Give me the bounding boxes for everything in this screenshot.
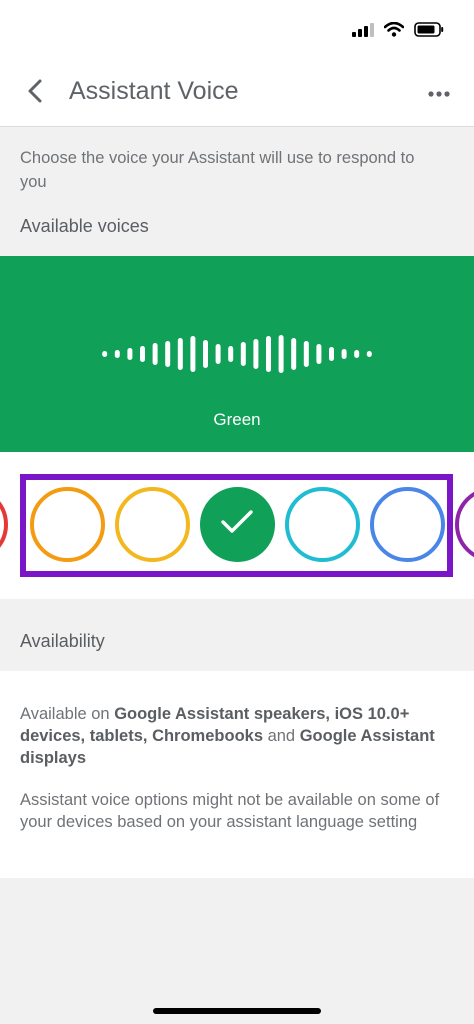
waveform-bar [152, 343, 158, 365]
page-title: Assistant Voice [69, 77, 239, 105]
waveform-bar [203, 340, 208, 368]
waveform-bar [140, 346, 145, 362]
app-bar: Assistant Voice [0, 62, 474, 127]
back-button[interactable] [18, 76, 52, 110]
voice-swatch[interactable] [0, 487, 8, 562]
availability-note: Assistant voice options might not be ava… [20, 791, 440, 831]
footer-area [0, 878, 474, 1024]
more-horizontal-icon [428, 84, 450, 102]
waveform-bar [303, 341, 309, 367]
waveform-bar [266, 336, 271, 372]
waveform-bar [329, 347, 334, 361]
waveform-bar [165, 341, 171, 367]
status-bar [0, 0, 474, 62]
waveform-bar [102, 351, 108, 357]
availability-label: Availability [20, 631, 105, 651]
availability-header: Availability [0, 599, 474, 671]
waveform-bar [228, 346, 234, 362]
waveform-bar [291, 338, 297, 370]
waveform-bar [114, 350, 120, 358]
waveform-bar [253, 339, 259, 369]
home-indicator [153, 1008, 321, 1014]
battery-icon [414, 22, 444, 42]
waveform-bar [278, 335, 284, 373]
chevron-left-icon [25, 78, 45, 109]
waveform-bar [316, 344, 322, 364]
waveform-bar [127, 348, 133, 360]
more-options-button[interactable] [422, 76, 456, 110]
waveform-bar [190, 336, 196, 372]
signal-icon [352, 22, 374, 42]
selected-voice-name: Green [213, 410, 261, 429]
availability-text: Available on Google Assistant speakers, … [20, 705, 435, 767]
voice-swatch[interactable] [454, 487, 474, 562]
waveform-bar [341, 349, 347, 359]
page-description: Choose the voice your Assistant will use… [20, 149, 415, 191]
voice-preview-panel: Green [0, 256, 474, 452]
waveform-bar [354, 350, 360, 358]
availability-details: Available on Google Assistant speakers, … [0, 671, 474, 878]
swatch-highlight-box [20, 474, 453, 577]
waveform-bar [240, 342, 246, 366]
waveform-bar [177, 338, 183, 370]
waveform-bar [366, 351, 372, 357]
wifi-icon [383, 21, 405, 42]
waveform-bar [215, 344, 221, 364]
voice-swatch-selector[interactable] [0, 452, 474, 599]
waveform-icon [102, 335, 372, 373]
available-voices-label: Available voices [20, 216, 149, 236]
